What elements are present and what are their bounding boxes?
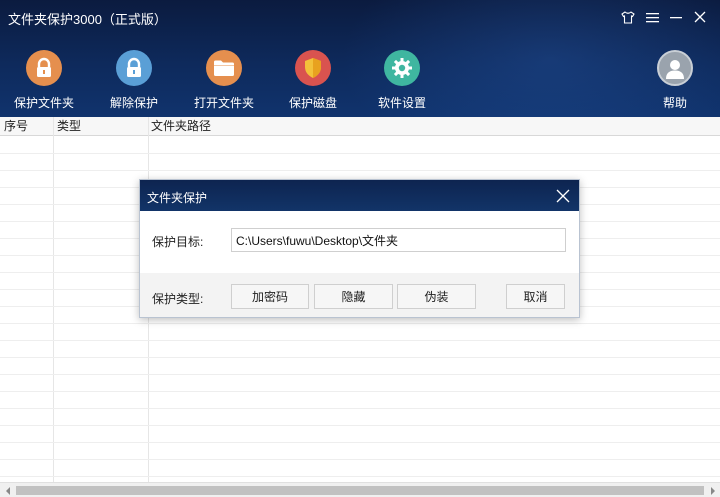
- main-toolbar: 保护文件夹 解除保护 打开文件夹 保护磁盘 软件设置 帮助: [0, 50, 720, 112]
- row-divider: [0, 425, 720, 426]
- help-label: 帮助: [662, 96, 687, 110]
- scrollbar-thumb[interactable]: [16, 486, 704, 495]
- horizontal-scrollbar[interactable]: [0, 482, 720, 497]
- row-divider: [0, 476, 720, 477]
- window-controls: [616, 6, 712, 28]
- folder-icon: [206, 50, 242, 86]
- row-divider: [0, 374, 720, 375]
- cancel-button[interactable]: 取消: [506, 284, 565, 309]
- row-divider: [0, 340, 720, 341]
- unlock-icon: [116, 50, 152, 86]
- row-divider: [0, 323, 720, 324]
- hamburger-menu-icon[interactable]: [640, 6, 664, 28]
- close-icon[interactable]: [688, 6, 712, 28]
- column-header-index[interactable]: 序号: [0, 117, 28, 136]
- open-folder-button[interactable]: 打开文件夹: [184, 50, 264, 111]
- scroll-right-icon[interactable]: [705, 483, 720, 497]
- column-header-type[interactable]: 类型: [53, 117, 81, 136]
- shield-icon: [295, 50, 331, 86]
- row-divider: [0, 357, 720, 358]
- row-divider: [0, 391, 720, 392]
- software-settings-button[interactable]: 软件设置: [362, 50, 442, 111]
- gear-icon: [384, 50, 420, 86]
- row-divider: [0, 442, 720, 443]
- dialog-close-icon[interactable]: [555, 188, 571, 204]
- encrypt-password-button[interactable]: 加密码: [231, 284, 309, 309]
- minimize-icon[interactable]: [664, 6, 688, 28]
- target-path-input[interactable]: [231, 228, 566, 252]
- help-button[interactable]: 帮助: [635, 50, 715, 111]
- window-title: 文件夹保护3000（正式版）: [8, 12, 167, 27]
- remove-protection-button[interactable]: 解除保护: [94, 50, 174, 111]
- hide-button[interactable]: 隐藏: [314, 284, 393, 309]
- folder-protection-dialog: 文件夹保护 保护目标: 保护类型: 加密码 隐藏 伪装 取消: [139, 179, 580, 318]
- table-header: 序号 类型 文件夹路径: [0, 117, 720, 136]
- open-folder-label: 打开文件夹: [193, 96, 254, 110]
- row-divider: [0, 459, 720, 460]
- target-label: 保护目标:: [152, 235, 204, 249]
- user-avatar-icon: [657, 50, 693, 86]
- remove-protection-label: 解除保护: [109, 96, 158, 110]
- row-divider: [0, 170, 720, 171]
- row-divider: [0, 408, 720, 409]
- column-header-path[interactable]: 文件夹路径: [147, 117, 211, 136]
- scroll-left-icon[interactable]: [0, 483, 15, 497]
- dialog-title: 文件夹保护: [147, 191, 208, 205]
- lock-icon: [26, 50, 62, 86]
- protect-folder-label: 保护文件夹: [13, 96, 74, 110]
- protect-disk-button[interactable]: 保护磁盘: [273, 50, 353, 111]
- protect-disk-label: 保护磁盘: [288, 96, 337, 110]
- header-bar: 文件夹保护3000（正式版） 保护文件夹 解除保护 打开文件夹 保护磁盘 软件设…: [0, 0, 720, 117]
- type-label: 保护类型:: [152, 292, 204, 306]
- target-row: 保护目标:: [140, 211, 579, 273]
- software-settings-label: 软件设置: [377, 96, 426, 110]
- row-divider: [0, 153, 720, 154]
- tshirt-icon[interactable]: [616, 6, 640, 28]
- dialog-title-bar: 文件夹保护: [140, 180, 579, 211]
- disguise-button[interactable]: 伪装: [397, 284, 476, 309]
- type-row: 保护类型: 加密码 隐藏 伪装 取消: [140, 273, 579, 317]
- protect-folder-button[interactable]: 保护文件夹: [4, 50, 84, 111]
